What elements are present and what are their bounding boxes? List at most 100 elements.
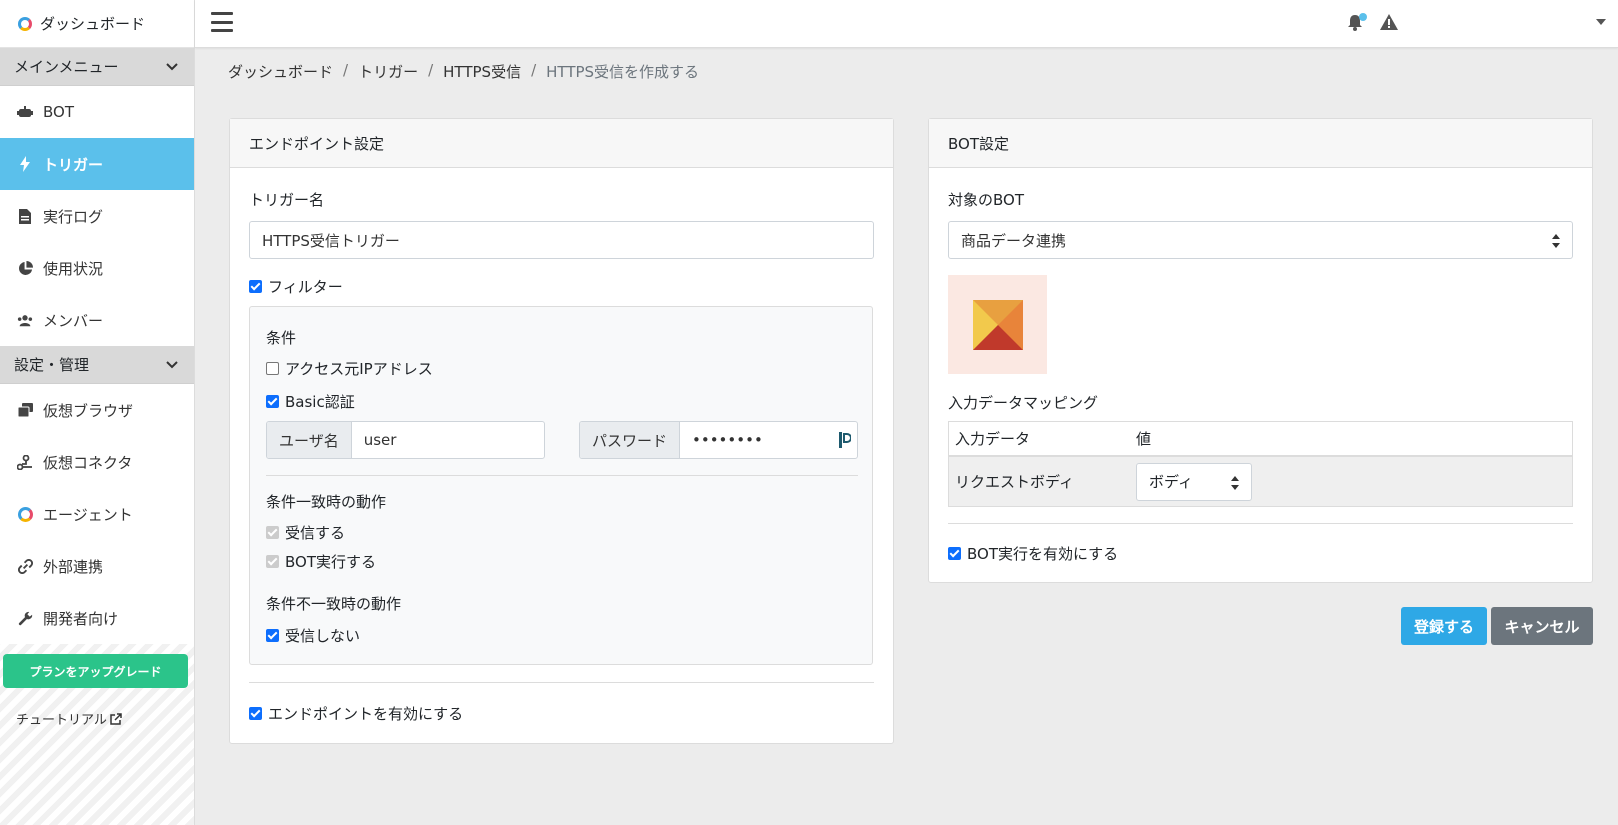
filter-checkbox[interactable] <box>249 280 262 293</box>
table-row: リクエストボディ ボディ <box>949 457 1572 506</box>
trigger-name-input[interactable]: HTTPS受信トリガー <box>249 221 874 259</box>
sidebar-section-label: 設定・管理 <box>14 356 90 374</box>
notification-dot <box>1359 13 1367 21</box>
connector-icon <box>17 454 33 470</box>
sidebar-item-label: 使用状況 <box>43 259 104 278</box>
users-icon <box>17 312 33 328</box>
sidebar-item-trigger[interactable]: トリガー <box>0 138 194 190</box>
external-link-icon <box>110 712 122 725</box>
divider <box>249 682 874 683</box>
ip-address-checkbox-row[interactable]: アクセス元IPアドレス <box>266 358 433 379</box>
mapping-label: 入力データマッピング <box>948 394 1099 412</box>
password-label: パスワード <box>580 422 681 458</box>
pie-chart-icon <box>17 260 33 276</box>
top-header <box>195 0 1618 48</box>
receive-label: 受信する <box>285 524 346 542</box>
hamburger-menu-icon[interactable] <box>211 12 233 32</box>
register-button[interactable]: 登録する <box>1401 607 1487 645</box>
filter-panel: 条件 アクセス元IPアドレス Basic認証 ユーザ名 user パスワード •… <box>249 306 873 665</box>
endpoint-settings-title: エンドポイント設定 <box>230 119 893 168</box>
sidebar-bottom: プランをアップグレード チュートリアル <box>0 646 195 825</box>
breadcrumb-current: HTTPS受信を作成する <box>546 63 700 81</box>
not-receive-checkbox-row[interactable]: 受信しない <box>266 625 360 646</box>
sidebar-section-main-menu[interactable]: メインメニュー <box>0 48 194 86</box>
target-bot-label: 対象のBOT <box>948 191 1024 209</box>
run-bot-checkbox <box>266 555 279 568</box>
mapping-table-header: 入力データ 値 <box>949 422 1572 457</box>
sidebar-dashboard-link[interactable]: ダッシュボード <box>0 0 194 48</box>
breadcrumb-https[interactable]: HTTPS受信 <box>443 61 521 82</box>
sidebar-item-developer[interactable]: 開発者向け <box>0 592 194 644</box>
mapping-value-text: ボディ <box>1149 473 1193 491</box>
sidebar-item-members[interactable]: メンバー <box>0 294 194 346</box>
sidebar-item-label: BOT <box>43 103 74 121</box>
sidebar-dashboard-label: ダッシュボード <box>40 15 146 33</box>
bell-icon[interactable] <box>1347 13 1367 32</box>
mapping-header-value: 値 <box>1136 430 1152 448</box>
password-input[interactable]: •••••••• <box>680 422 857 458</box>
username-label: ユーザ名 <box>267 422 352 458</box>
mapping-header-input: 入力データ <box>955 430 1031 448</box>
sidebar-section-settings[interactable]: 設定・管理 <box>0 346 194 384</box>
sidebar-item-external[interactable]: 外部連携 <box>0 540 194 592</box>
divider <box>948 523 1573 524</box>
basic-auth-checkbox-row[interactable]: Basic認証 <box>266 391 355 412</box>
enable-bot-checkbox-row[interactable]: BOT実行を有効にする <box>948 543 1118 564</box>
sidebar-item-bot[interactable]: BOT <box>0 86 194 138</box>
mapping-row-label: リクエストボディ <box>955 473 1074 491</box>
warning-icon[interactable] <box>1380 14 1398 32</box>
conditions-label: 条件 <box>266 329 297 347</box>
basic-auth-checkbox[interactable] <box>266 395 279 408</box>
ip-address-checkbox[interactable] <box>266 362 279 375</box>
enable-endpoint-checkbox[interactable] <box>249 707 262 720</box>
chevron-down-icon <box>166 360 178 368</box>
sidebar-item-label: 開発者向け <box>43 609 119 628</box>
bolt-icon <box>17 156 33 172</box>
breadcrumb-separator: / <box>343 61 349 79</box>
file-icon <box>17 208 33 224</box>
user-menu-caret-icon[interactable] <box>1596 19 1606 25</box>
sidebar-item-virtual-connector[interactable]: 仮想コネクタ <box>0 436 194 488</box>
password-manager-icon[interactable] <box>839 432 852 448</box>
sidebar-item-label: 実行ログ <box>43 207 104 226</box>
mapping-value-select[interactable]: ボディ <box>1136 462 1252 501</box>
target-bot-select[interactable]: 商品データ連携 <box>948 221 1573 259</box>
receive-checkbox <box>266 526 279 539</box>
logo-icon <box>18 16 32 31</box>
sidebar: ダッシュボード メインメニュー BOT トリガー 実行ログ 使用状況 メンバー … <box>0 0 195 825</box>
sidebar-item-label: 外部連携 <box>43 557 104 576</box>
filter-checkbox-row[interactable]: フィルター <box>249 276 343 297</box>
enable-bot-checkbox[interactable] <box>948 547 961 560</box>
sidebar-item-virtual-browser[interactable]: 仮想ブラウザ <box>0 384 194 436</box>
sidebar-item-agent[interactable]: エージェント <box>0 488 194 540</box>
tutorial-link[interactable]: チュートリアル <box>16 709 122 728</box>
bot-settings-title: BOT設定 <box>929 119 1592 168</box>
username-input[interactable]: user <box>352 422 544 458</box>
filter-label: フィルター <box>268 278 343 296</box>
trigger-name-label: トリガー名 <box>249 191 325 209</box>
bot-logo-icon <box>972 299 1023 350</box>
not-receive-label: 受信しない <box>285 627 361 645</box>
enable-endpoint-label: エンドポイントを有効にする <box>268 705 464 723</box>
breadcrumb-dashboard[interactable]: ダッシュボード <box>228 61 333 82</box>
sidebar-item-exec-log[interactable]: 実行ログ <box>0 190 194 242</box>
bot-image <box>948 275 1047 374</box>
cancel-button[interactable]: キャンセル <box>1491 607 1593 645</box>
sidebar-section-label: メインメニュー <box>14 58 119 76</box>
robot-icon <box>17 104 33 120</box>
upgrade-plan-button[interactable]: プランをアップグレード <box>3 654 188 688</box>
breadcrumb-separator: / <box>428 61 434 79</box>
not-receive-checkbox[interactable] <box>266 629 279 642</box>
sidebar-item-label: エージェント <box>43 505 133 524</box>
target-bot-value: 商品データ連携 <box>961 231 1067 250</box>
breadcrumb-trigger[interactable]: トリガー <box>358 61 418 82</box>
enable-endpoint-checkbox-row[interactable]: エンドポイントを有効にする <box>249 703 463 724</box>
sidebar-item-usage[interactable]: 使用状況 <box>0 242 194 294</box>
wrench-icon <box>17 610 33 626</box>
run-bot-label: BOT実行する <box>285 553 376 571</box>
tutorial-label: チュートリアル <box>16 713 107 728</box>
enable-bot-label: BOT実行を有効にする <box>967 545 1119 563</box>
password-input-group: パスワード •••••••• <box>579 421 858 459</box>
windows-icon <box>17 402 33 418</box>
select-arrows-icon <box>1552 234 1560 248</box>
